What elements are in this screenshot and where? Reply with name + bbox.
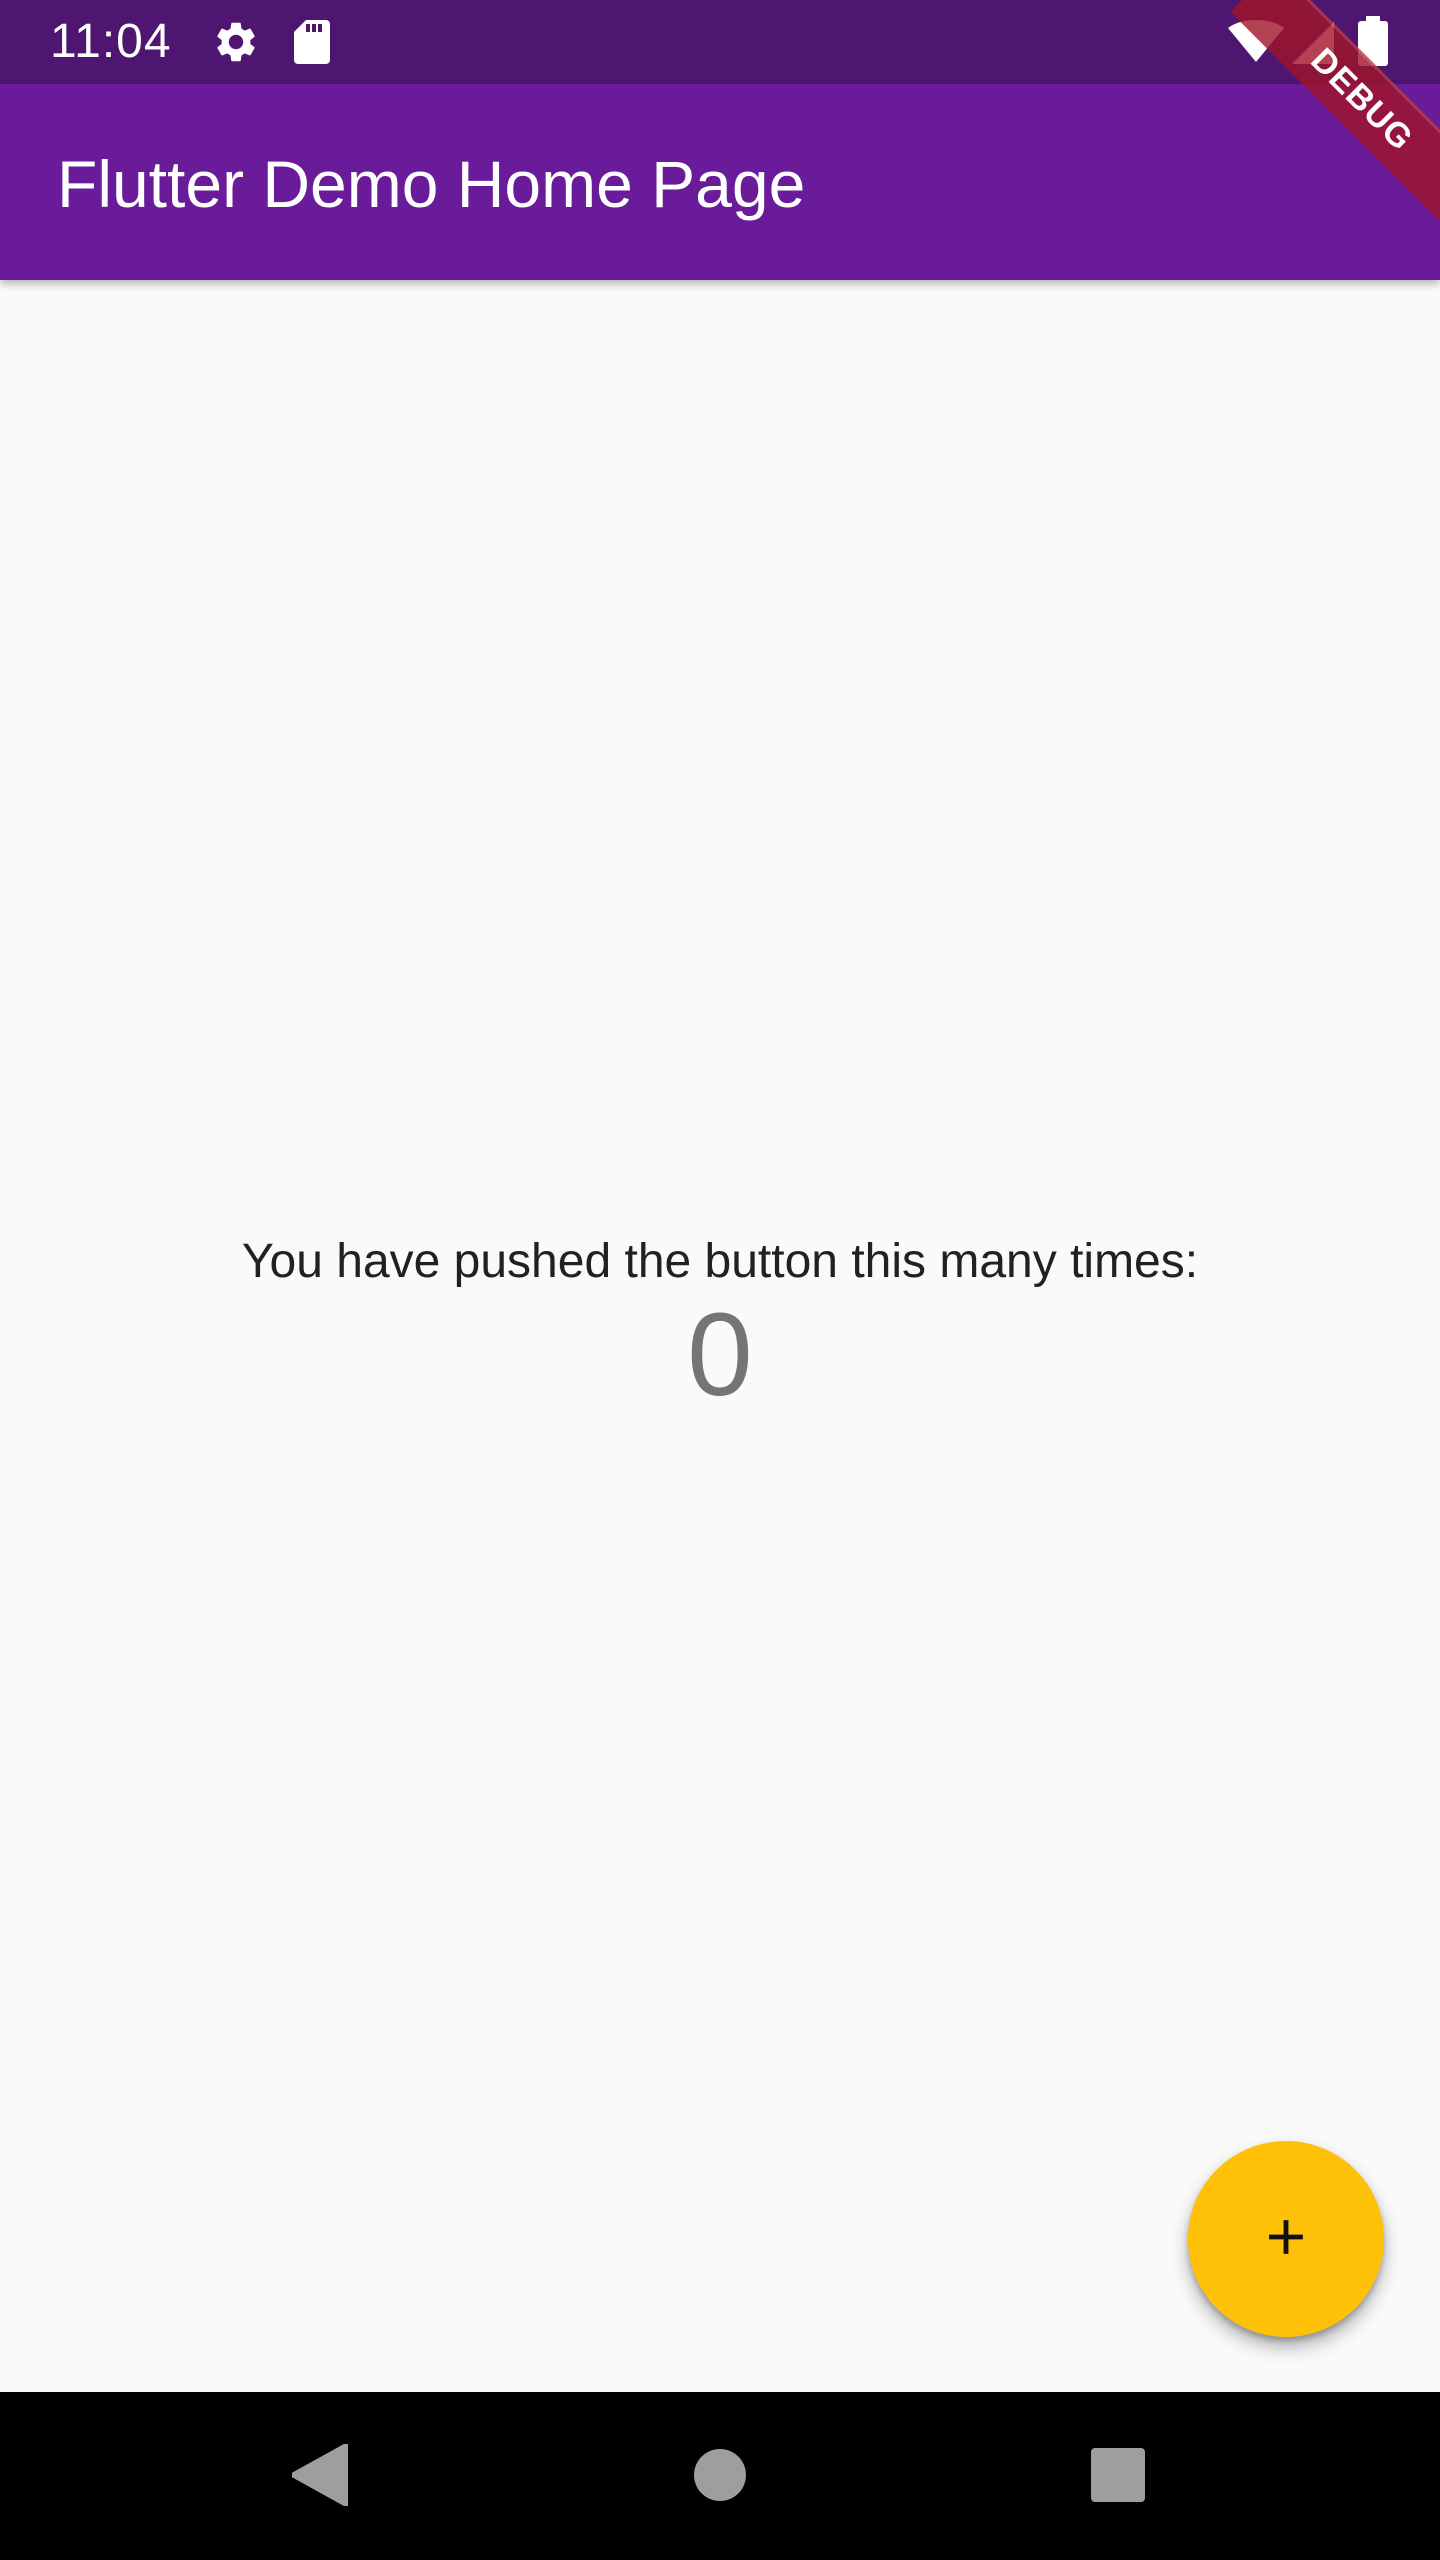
plus-icon — [1257, 2208, 1315, 2271]
page-title: Flutter Demo Home Page — [57, 147, 806, 221]
home-icon — [694, 2448, 746, 2506]
back-icon — [290, 2441, 350, 2511]
recents-button[interactable] — [1083, 2442, 1153, 2512]
counter-label: You have pushed the button this many tim… — [241, 1235, 1199, 1288]
sd-card-icon — [290, 18, 334, 71]
app-bar: Flutter Demo Home Page — [0, 84, 1440, 280]
status-time: 11:04 — [50, 15, 172, 68]
main-content: You have pushed the button this many tim… — [0, 280, 1440, 2392]
increment-button[interactable] — [1188, 2141, 1384, 2337]
status-bar: 11:04 — [0, 0, 1440, 84]
home-button[interactable] — [685, 2442, 755, 2512]
recents-icon — [1091, 2447, 1145, 2507]
system-nav-bar — [0, 2392, 1440, 2560]
phone-screen: 11:04 DEBUG Flutter Demo Home Page You h… — [0, 0, 1440, 2560]
counter-value: 0 — [687, 1289, 753, 1421]
gear-icon — [212, 18, 260, 71]
back-button[interactable] — [285, 2441, 355, 2512]
